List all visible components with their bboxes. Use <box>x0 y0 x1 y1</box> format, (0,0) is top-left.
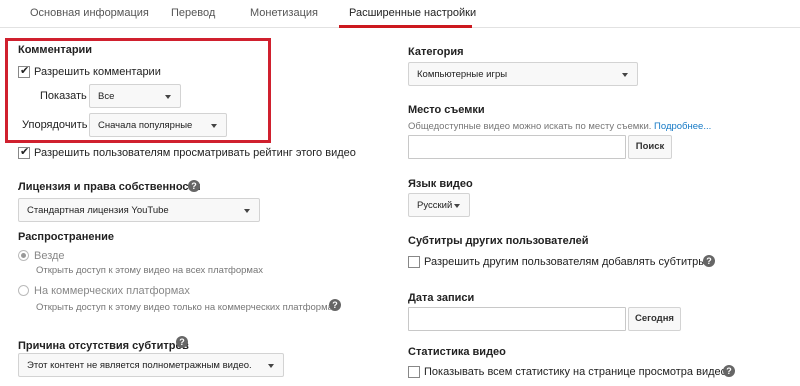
distribution-commercial-label: На коммерческих платформах <box>34 285 190 297</box>
community-subtitles-title: Субтитры других пользователей <box>408 235 589 247</box>
tab-monetization[interactable]: Монетизация <box>250 7 318 19</box>
chevron-down-icon <box>622 73 628 77</box>
distribution-everywhere-hint: Открыть доступ к этому видео на всех пла… <box>36 265 263 276</box>
record-date-input[interactable] <box>408 307 626 331</box>
show-comments-label: Показать <box>40 90 87 102</box>
record-date-today-button[interactable]: Сегодня <box>628 307 681 331</box>
license-title: Лицензия и права собственности <box>18 181 201 193</box>
video-language-value: Русский <box>417 200 453 211</box>
category-title: Категория <box>408 46 464 58</box>
help-icon[interactable]: ? <box>188 180 200 192</box>
tab-basic-info[interactable]: Основная информация <box>30 7 149 19</box>
distribution-everywhere-label: Везде <box>34 250 65 262</box>
distribution-everywhere-radio[interactable] <box>18 250 29 261</box>
stats-visibility-label: Показывать всем статистику на странице п… <box>424 366 727 378</box>
help-icon[interactable]: ? <box>723 365 735 377</box>
show-comments-select[interactable]: Все <box>89 84 181 108</box>
license-value: Стандартная лицензия YouTube <box>27 205 169 216</box>
rating-visibility-checkbox[interactable] <box>18 145 30 159</box>
show-comments-value: Все <box>98 91 115 102</box>
allow-comments-label: Разрешить комментарии <box>34 66 161 78</box>
tab-advanced-settings[interactable]: Расширенные настройки <box>349 7 476 19</box>
sort-comments-label: Упорядочить <box>22 119 88 131</box>
tab-translation[interactable]: Перевод <box>171 7 215 19</box>
rating-visibility-label: Разрешить пользователям просматривать ре… <box>34 147 356 159</box>
distribution-title: Распространение <box>18 231 114 243</box>
chevron-down-icon <box>454 204 460 208</box>
tab-bar: Основная информация Перевод Монетизация … <box>0 0 800 28</box>
chevron-down-icon <box>244 209 250 213</box>
active-tab-indicator <box>339 25 472 28</box>
help-icon[interactable]: ? <box>703 255 715 267</box>
stats-visibility-checkbox[interactable] <box>408 366 420 378</box>
help-icon[interactable]: ? <box>176 336 188 348</box>
license-select[interactable]: Стандартная лицензия YouTube <box>18 198 260 222</box>
category-select[interactable]: Компьютерные игры <box>408 62 638 86</box>
location-learn-more-link[interactable]: Подробнее... <box>654 121 711 132</box>
chevron-down-icon <box>268 364 274 368</box>
location-title: Место съемки <box>408 104 485 116</box>
allow-comments-checkbox[interactable] <box>18 64 30 78</box>
comments-title: Комментарии <box>18 44 93 56</box>
help-icon[interactable]: ? <box>329 299 341 311</box>
category-value: Компьютерные игры <box>417 69 508 80</box>
sort-comments-value: Сначала популярные <box>98 120 193 131</box>
stats-title: Статистика видео <box>408 346 506 358</box>
video-language-select[interactable]: Русский <box>408 193 470 217</box>
distribution-commercial-radio[interactable] <box>18 285 29 296</box>
location-input[interactable] <box>408 135 626 159</box>
sort-comments-select[interactable]: Сначала популярные <box>89 113 227 137</box>
subtitles-reason-select[interactable]: Этот контент не является полнометражным … <box>18 353 284 377</box>
subtitles-reason-value: Этот контент не является полнометражным … <box>27 360 252 371</box>
location-search-button[interactable]: Поиск <box>628 135 672 159</box>
record-date-title: Дата записи <box>408 292 475 304</box>
distribution-commercial-hint: Открыть доступ к этому видео только на к… <box>36 302 338 313</box>
location-hint: Общедоступные видео можно искать по мест… <box>408 121 711 132</box>
community-subtitles-checkbox[interactable] <box>408 256 420 268</box>
chevron-down-icon <box>165 95 171 99</box>
chevron-down-icon <box>211 124 217 128</box>
community-subtitles-label: Разрешить другим пользователям добавлять… <box>424 256 707 268</box>
video-language-title: Язык видео <box>408 178 473 190</box>
subtitles-reason-title: Причина отсутствия субтитров <box>18 340 189 352</box>
location-hint-text: Общедоступные видео можно искать по мест… <box>408 121 652 132</box>
